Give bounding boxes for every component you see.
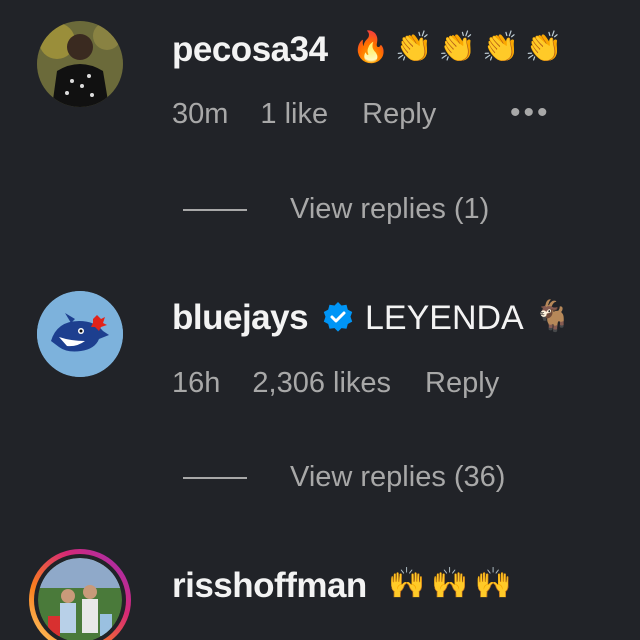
family-photo-icon	[38, 558, 122, 640]
avatar	[34, 554, 126, 640]
view-replies-label: View replies (1)	[290, 193, 490, 225]
comment-emojis: 🔥👏👏👏👏	[352, 31, 569, 64]
comment-time: 16h	[172, 367, 221, 399]
avatar[interactable]	[37, 291, 123, 377]
comment-meta: 30m 1 like Reply	[172, 98, 436, 131]
divider-line	[183, 476, 247, 479]
divider-line	[183, 208, 247, 211]
comment-time: 30m	[172, 98, 229, 130]
avatar[interactable]	[37, 21, 123, 107]
view-replies-button[interactable]: View replies (1)	[183, 193, 489, 226]
comment-emojis: 🐐	[534, 300, 578, 333]
verified-badge-icon	[323, 302, 353, 332]
view-replies-label: View replies (36)	[290, 461, 506, 493]
view-replies-button[interactable]: View replies (36)	[183, 461, 505, 494]
comment-text: LEYENDA	[365, 299, 524, 337]
comment-emojis: 🙌🙌🙌	[388, 567, 519, 600]
likes-count[interactable]: 1 like	[260, 98, 328, 131]
username[interactable]: bluejays	[172, 298, 309, 338]
avatar-story-ring[interactable]	[29, 549, 131, 640]
comment-meta: 16h 2,306 likes Reply	[172, 367, 499, 400]
more-options-icon[interactable]: •••	[510, 96, 551, 130]
reply-button[interactable]: Reply	[362, 98, 436, 131]
comments-page: pecosa34 🔥👏👏👏👏 30m 1 like Reply ••• View…	[0, 0, 640, 640]
likes-count[interactable]: 2,306 likes	[252, 367, 391, 400]
username[interactable]: risshoffman	[172, 566, 367, 606]
avatar-photo-icon	[37, 21, 123, 107]
reply-button[interactable]: Reply	[425, 367, 499, 400]
blue-jays-logo-icon	[37, 291, 123, 377]
username[interactable]: pecosa34	[172, 30, 328, 70]
